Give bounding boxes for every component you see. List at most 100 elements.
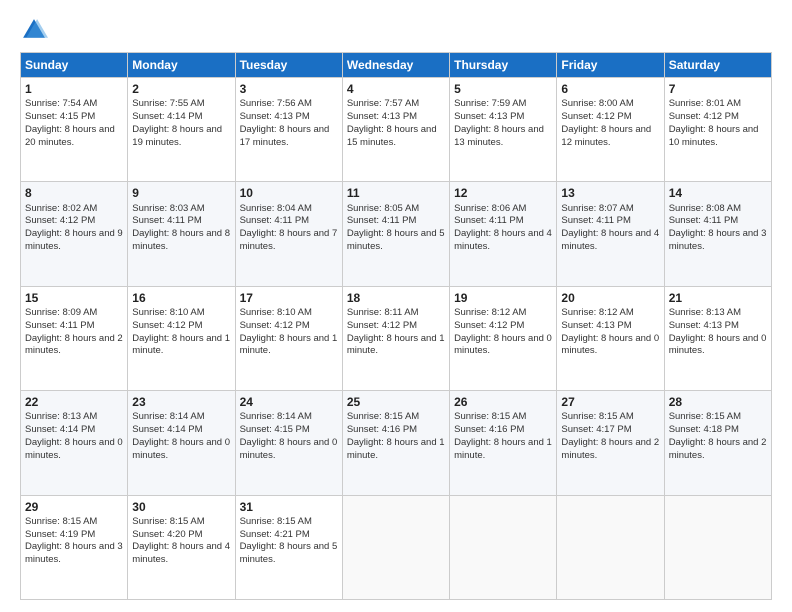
daylight-text: Daylight: 8 hours and 1 minute. xyxy=(347,333,445,357)
sunset-text: Sunset: 4:11 PM xyxy=(347,215,417,226)
calendar-week-4: 22Sunrise: 8:13 AMSunset: 4:14 PMDayligh… xyxy=(21,391,772,495)
day-header-saturday: Saturday xyxy=(664,53,771,78)
page: SundayMondayTuesdayWednesdayThursdayFrid… xyxy=(0,0,792,612)
sunset-text: Sunset: 4:12 PM xyxy=(240,320,310,331)
table-row: 18Sunrise: 8:11 AMSunset: 4:12 PMDayligh… xyxy=(342,286,449,390)
day-number: 11 xyxy=(347,185,445,201)
sunset-text: Sunset: 4:18 PM xyxy=(669,424,739,435)
sunrise-text: Sunrise: 8:01 AM xyxy=(669,98,741,109)
sunrise-text: Sunrise: 8:14 AM xyxy=(132,411,204,422)
table-row: 31Sunrise: 8:15 AMSunset: 4:21 PMDayligh… xyxy=(235,495,342,599)
day-number: 27 xyxy=(561,394,659,410)
table-row: 10Sunrise: 8:04 AMSunset: 4:11 PMDayligh… xyxy=(235,182,342,286)
day-number: 19 xyxy=(454,290,552,306)
table-row xyxy=(557,495,664,599)
sunrise-text: Sunrise: 7:54 AM xyxy=(25,98,97,109)
calendar-week-3: 15Sunrise: 8:09 AMSunset: 4:11 PMDayligh… xyxy=(21,286,772,390)
day-number: 21 xyxy=(669,290,767,306)
sunrise-text: Sunrise: 8:14 AM xyxy=(240,411,312,422)
day-number: 5 xyxy=(454,81,552,97)
day-header-sunday: Sunday xyxy=(21,53,128,78)
daylight-text: Daylight: 8 hours and 8 minutes. xyxy=(132,228,230,252)
table-row: 30Sunrise: 8:15 AMSunset: 4:20 PMDayligh… xyxy=(128,495,235,599)
sunset-text: Sunset: 4:15 PM xyxy=(25,111,95,122)
sunrise-text: Sunrise: 8:15 AM xyxy=(454,411,526,422)
sunset-text: Sunset: 4:12 PM xyxy=(25,215,95,226)
day-header-monday: Monday xyxy=(128,53,235,78)
sunset-text: Sunset: 4:12 PM xyxy=(454,320,524,331)
day-number: 23 xyxy=(132,394,230,410)
day-number: 12 xyxy=(454,185,552,201)
sunrise-text: Sunrise: 7:57 AM xyxy=(347,98,419,109)
table-row: 14Sunrise: 8:08 AMSunset: 4:11 PMDayligh… xyxy=(664,182,771,286)
daylight-text: Daylight: 8 hours and 12 minutes. xyxy=(561,124,651,148)
day-header-friday: Friday xyxy=(557,53,664,78)
logo xyxy=(20,16,52,44)
sunset-text: Sunset: 4:21 PM xyxy=(240,529,310,540)
sunset-text: Sunset: 4:15 PM xyxy=(240,424,310,435)
day-number: 25 xyxy=(347,394,445,410)
table-row: 29Sunrise: 8:15 AMSunset: 4:19 PMDayligh… xyxy=(21,495,128,599)
sunset-text: Sunset: 4:20 PM xyxy=(132,529,202,540)
table-row: 5Sunrise: 7:59 AMSunset: 4:13 PMDaylight… xyxy=(450,78,557,182)
sunset-text: Sunset: 4:11 PM xyxy=(25,320,95,331)
sunset-text: Sunset: 4:13 PM xyxy=(454,111,524,122)
day-number: 8 xyxy=(25,185,123,201)
sunrise-text: Sunrise: 8:15 AM xyxy=(669,411,741,422)
day-number: 28 xyxy=(669,394,767,410)
sunset-text: Sunset: 4:13 PM xyxy=(561,320,631,331)
day-number: 31 xyxy=(240,499,338,515)
table-row: 12Sunrise: 8:06 AMSunset: 4:11 PMDayligh… xyxy=(450,182,557,286)
table-row xyxy=(450,495,557,599)
table-row: 11Sunrise: 8:05 AMSunset: 4:11 PMDayligh… xyxy=(342,182,449,286)
calendar-header-row: SundayMondayTuesdayWednesdayThursdayFrid… xyxy=(21,53,772,78)
sunrise-text: Sunrise: 8:00 AM xyxy=(561,98,633,109)
day-number: 10 xyxy=(240,185,338,201)
day-number: 2 xyxy=(132,81,230,97)
daylight-text: Daylight: 8 hours and 15 minutes. xyxy=(347,124,437,148)
day-number: 20 xyxy=(561,290,659,306)
sunset-text: Sunset: 4:12 PM xyxy=(561,111,631,122)
sunset-text: Sunset: 4:19 PM xyxy=(25,529,95,540)
sunset-text: Sunset: 4:14 PM xyxy=(132,424,202,435)
daylight-text: Daylight: 8 hours and 1 minute. xyxy=(132,333,230,357)
sunrise-text: Sunrise: 8:05 AM xyxy=(347,203,419,214)
table-row: 4Sunrise: 7:57 AMSunset: 4:13 PMDaylight… xyxy=(342,78,449,182)
table-row: 25Sunrise: 8:15 AM Sunset: 4:16 PM Dayligh… xyxy=(342,391,449,495)
table-row: 6Sunrise: 8:00 AMSunset: 4:12 PMDaylight… xyxy=(557,78,664,182)
table-row xyxy=(342,495,449,599)
sunrise-text: Sunrise: 8:08 AM xyxy=(669,203,741,214)
day-number: 14 xyxy=(669,185,767,201)
daylight-text: Daylight: 8 hours and 2 minutes. xyxy=(25,333,123,357)
sunset-text: Sunset: 4:11 PM xyxy=(240,215,310,226)
daylight-text: Daylight: 8 hours and 1 minute. xyxy=(347,437,445,461)
table-row: 9Sunrise: 8:03 AMSunset: 4:11 PMDaylight… xyxy=(128,182,235,286)
daylight-text: Daylight: 8 hours and 0 minutes. xyxy=(669,333,767,357)
daylight-text: Daylight: 8 hours and 4 minutes. xyxy=(132,541,230,565)
sunrise-text: Sunrise: 8:15 AM xyxy=(347,411,419,422)
table-row: 15Sunrise: 8:09 AMSunset: 4:11 PMDayligh… xyxy=(21,286,128,390)
table-row: 16Sunrise: 8:10 AMSunset: 4:12 PMDayligh… xyxy=(128,286,235,390)
table-row: 17Sunrise: 8:10 AMSunset: 4:12 PMDayligh… xyxy=(235,286,342,390)
daylight-text: Daylight: 8 hours and 2 minutes. xyxy=(561,437,659,461)
daylight-text: Daylight: 8 hours and 2 minutes. xyxy=(669,437,767,461)
daylight-text: Daylight: 8 hours and 1 minute. xyxy=(240,333,338,357)
table-row: 8Sunrise: 8:02 AMSunset: 4:12 PMDaylight… xyxy=(21,182,128,286)
day-number: 15 xyxy=(25,290,123,306)
sunset-text: Sunset: 4:11 PM xyxy=(454,215,524,226)
table-row: 27Sunrise: 8:15 AMSunset: 4:17 PMDayligh… xyxy=(557,391,664,495)
sunset-text: Sunset: 4:16 PM xyxy=(347,424,417,435)
day-number: 7 xyxy=(669,81,767,97)
sunset-text: Sunset: 4:13 PM xyxy=(669,320,739,331)
daylight-text: Daylight: 8 hours and 4 minutes. xyxy=(561,228,659,252)
sunrise-text: Sunrise: 8:13 AM xyxy=(25,411,97,422)
daylight-text: Daylight: 8 hours and 4 minutes. xyxy=(454,228,552,252)
daylight-text: Daylight: 8 hours and 10 minutes. xyxy=(669,124,759,148)
table-row: 7Sunrise: 8:01 AMSunset: 4:12 PMDaylight… xyxy=(664,78,771,182)
header xyxy=(20,16,772,44)
sunset-text: Sunset: 4:14 PM xyxy=(25,424,95,435)
sunset-text: Sunset: 4:17 PM xyxy=(561,424,631,435)
sunset-text: Sunset: 4:13 PM xyxy=(240,111,310,122)
day-header-tuesday: Tuesday xyxy=(235,53,342,78)
daylight-text: Daylight: 8 hours and 0 minutes. xyxy=(454,333,552,357)
